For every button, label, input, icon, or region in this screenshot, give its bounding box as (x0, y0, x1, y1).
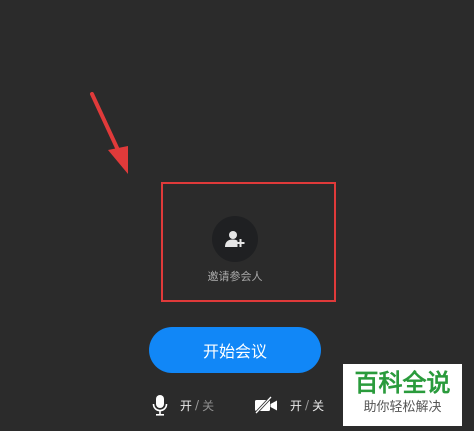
microphone-icon (152, 394, 168, 416)
start-meeting-button[interactable]: 开始会议 (149, 327, 321, 373)
microphone-off-option[interactable]: 关 (202, 397, 214, 414)
watermark-logo: 百科全说 助你轻松解决 (343, 364, 462, 426)
camera-separator: / (305, 398, 310, 412)
watermark-title: 百科全说 (354, 369, 451, 397)
watermark-subtitle: 助你轻松解决 (363, 400, 442, 415)
annotation-arrow (90, 92, 128, 174)
add-user-icon (225, 231, 245, 247)
invite-participants-button[interactable]: 邀请参会人 (196, 216, 274, 284)
camera-on-option[interactable]: 开 (290, 397, 302, 414)
meeting-lobby: 邀请参会人 开始会议 开 / 关 开 / 关 百科全说 助你轻松解决 (0, 0, 474, 431)
microphone-toggle[interactable]: 开 / 关 (152, 394, 214, 416)
camera-off-option[interactable]: 关 (312, 397, 324, 414)
microphone-separator: / (195, 398, 200, 412)
camera-off-icon (254, 396, 278, 414)
microphone-on-option[interactable]: 开 (180, 397, 192, 414)
camera-toggle[interactable]: 开 / 关 (254, 394, 324, 416)
invite-icon-circle[interactable] (212, 216, 258, 262)
invite-participants-label: 邀请参会人 (207, 270, 263, 283)
